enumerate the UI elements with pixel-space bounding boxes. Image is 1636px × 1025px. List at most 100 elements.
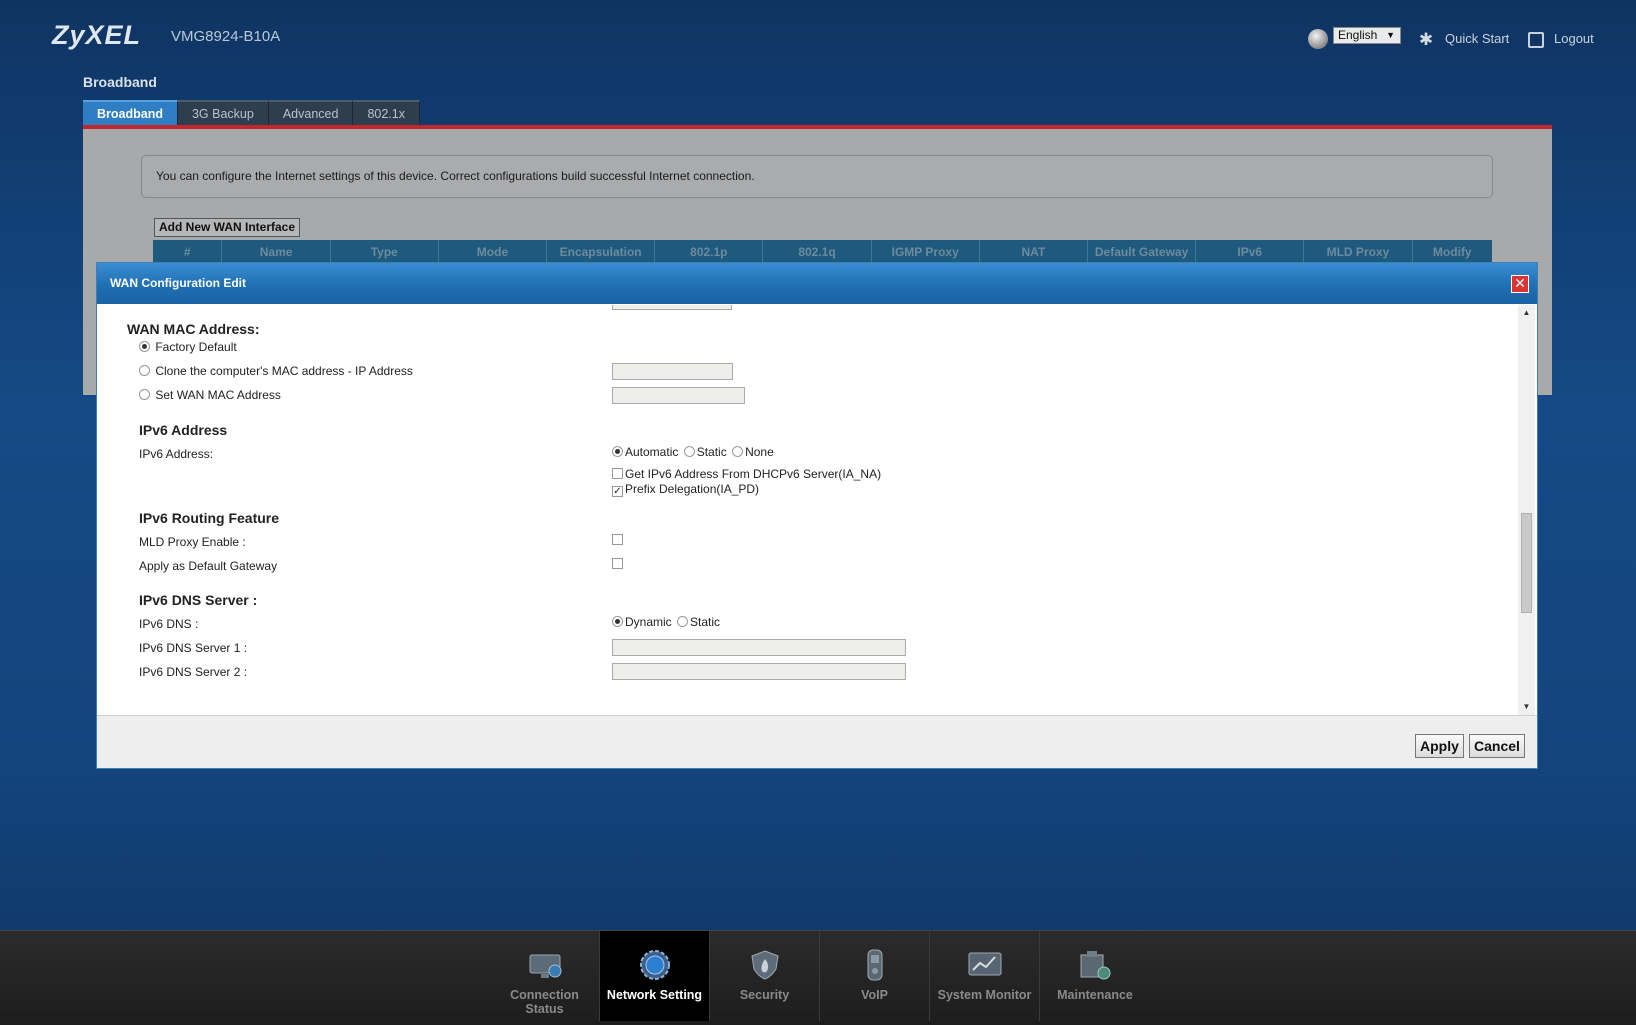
nav-label: Connection Status — [510, 988, 579, 1016]
clone-mac-radio[interactable] — [139, 365, 150, 376]
close-icon[interactable]: ✕ — [1511, 275, 1529, 293]
apply-button[interactable]: Apply — [1415, 734, 1464, 758]
scroll-up-icon[interactable]: ▲ — [1518, 305, 1535, 321]
column-header: Mode — [439, 240, 548, 263]
dns-server2-label: IPv6 DNS Server 2 : — [139, 665, 248, 679]
caret-down-icon: ▼ — [1386, 30, 1395, 40]
nav-label: System Monitor — [937, 988, 1032, 1002]
dynamic-label: Dynamic — [625, 615, 672, 629]
column-header: Name — [222, 240, 331, 263]
dialog-title-bar: WAN Configuration Edit ✕ — [97, 263, 1537, 304]
factory-default-label: Factory Default — [155, 340, 237, 354]
nav-security[interactable]: Security — [710, 931, 820, 1021]
ipv6-none-radio[interactable] — [732, 446, 744, 457]
column-header: 802.1q — [763, 240, 872, 263]
factory-default-option[interactable]: Factory Default — [139, 340, 237, 354]
dns-server1-input[interactable] — [612, 639, 906, 656]
prefix-delegation-label: Prefix Delegation(IA_PD) — [625, 482, 760, 496]
device-model: VMG8924-B10A — [171, 28, 281, 45]
nav-label: Network Setting — [606, 988, 703, 1002]
language-select[interactable]: English ▼ — [1333, 27, 1401, 44]
default-gateway-label: Apply as Default Gateway — [139, 559, 278, 573]
column-header: MLD Proxy — [1304, 240, 1413, 263]
set-mac-label: Set WAN MAC Address — [155, 388, 281, 402]
ipv6-address-mode: Automatic Static None — [612, 445, 774, 459]
tab-bar: Broadband 3G Backup Advanced 802.1x — [83, 100, 420, 125]
page-title: Broadband — [83, 74, 157, 90]
dhcpv6-checkbox[interactable] — [612, 468, 623, 479]
nav-voip[interactable]: VoIP — [820, 931, 930, 1021]
dns-server2-input[interactable] — [612, 663, 906, 680]
ipv6-dns-mode: Dynamic Static — [612, 615, 720, 629]
nav-label: Maintenance — [1057, 988, 1133, 1002]
prefix-delegation-option[interactable]: ✓ Prefix Delegation(IA_PD) — [612, 482, 759, 497]
clone-ip-input[interactable] — [612, 363, 733, 380]
ipv6-automatic-radio[interactable] — [612, 446, 623, 457]
phone-icon — [867, 949, 883, 981]
automatic-label: Automatic — [625, 445, 679, 459]
tab-3g-backup[interactable]: 3G Backup — [177, 100, 269, 125]
nav-label: VoIP — [861, 988, 888, 1002]
dns-static-radio[interactable] — [677, 616, 689, 627]
set-mac-radio[interactable] — [139, 389, 150, 400]
default-gateway-option[interactable] — [612, 557, 625, 571]
dns-dynamic-radio[interactable] — [612, 616, 623, 627]
ipv6-routing-heading: IPv6 Routing Feature — [139, 510, 280, 526]
scroll-thumb[interactable] — [1521, 513, 1532, 613]
factory-default-radio[interactable] — [139, 341, 150, 352]
ipv6-static-radio[interactable] — [683, 446, 695, 457]
default-gateway-checkbox[interactable] — [612, 558, 623, 569]
none-label: None — [745, 445, 774, 459]
dialog-footer: Apply Cancel — [97, 715, 1537, 768]
ipv6-address-heading: IPv6 Address — [139, 422, 228, 438]
wan-mac-heading: WAN MAC Address: — [127, 321, 260, 337]
info-message: You can configure the Internet settings … — [141, 155, 1493, 198]
clone-mac-option[interactable]: Clone the computer's MAC address - IP Ad… — [139, 364, 413, 378]
bottom-nav-bar: Connection Status Network Setting Securi… — [0, 930, 1636, 1025]
language-value: English — [1338, 28, 1378, 42]
mld-proxy-option[interactable] — [612, 533, 625, 547]
wan-config-dialog: WAN Configuration Edit ✕ WAN MAC Address… — [96, 262, 1538, 769]
dialog-scrollbar[interactable]: ▲ ▼ — [1518, 305, 1535, 715]
ipv6-dns-label: IPv6 DNS : — [139, 617, 199, 631]
column-header: 802.1p — [655, 240, 764, 263]
partial-input-above[interactable] — [612, 305, 732, 310]
column-header: IGMP Proxy — [872, 240, 980, 263]
globe-gear-icon — [640, 950, 670, 980]
logout-link[interactable]: Logout — [1554, 31, 1594, 46]
mld-proxy-label: MLD Proxy Enable : — [139, 535, 246, 549]
wan-mac-input[interactable] — [612, 387, 745, 404]
nav-connection-status[interactable]: Connection Status — [490, 931, 600, 1021]
column-header: Encapsulation — [547, 240, 656, 263]
dialog-body: WAN MAC Address: Factory Default Clone t… — [101, 305, 1535, 715]
language-globe-icon — [1308, 29, 1328, 49]
quick-start-link[interactable]: Quick Start — [1445, 31, 1509, 46]
shield-flame-icon — [751, 950, 779, 980]
cancel-button[interactable]: Cancel — [1469, 734, 1525, 758]
prefix-delegation-checkbox[interactable]: ✓ — [612, 486, 623, 497]
ipv6-address-label: IPv6 Address: — [139, 447, 214, 461]
dhcpv6-label: Get IPv6 Address From DHCPv6 Server(IA_N… — [625, 467, 882, 481]
dialog-title: WAN Configuration Edit — [110, 276, 246, 290]
add-wan-interface-button[interactable]: Add New WAN Interface — [154, 218, 301, 237]
set-mac-option[interactable]: Set WAN MAC Address — [139, 388, 281, 402]
toolbox-icon — [1080, 951, 1111, 980]
dhcpv6-option[interactable]: Get IPv6 Address From DHCPv6 Server(IA_N… — [612, 467, 881, 481]
tab-advanced[interactable]: Advanced — [268, 100, 354, 125]
scroll-down-icon[interactable]: ▼ — [1518, 699, 1535, 715]
nav-network-setting[interactable]: Network Setting — [600, 931, 710, 1021]
nav-system-monitor[interactable]: System Monitor — [930, 931, 1040, 1021]
nav-maintenance[interactable]: Maintenance — [1040, 931, 1150, 1021]
ipv6-dns-heading: IPv6 DNS Server : — [139, 592, 258, 608]
wan-table-header: # Name Type Mode Encapsulation 802.1p 80… — [153, 240, 1492, 263]
column-header: Modify — [1432, 245, 1472, 259]
tab-broadband[interactable]: Broadband — [83, 100, 178, 125]
logout-icon[interactable] — [1528, 32, 1544, 48]
mld-proxy-checkbox[interactable] — [612, 534, 623, 545]
quick-start-icon[interactable]: ✱ — [1416, 30, 1436, 50]
column-header: IPv6 — [1196, 240, 1305, 263]
tab-8021x[interactable]: 802.1x — [353, 100, 420, 125]
static-label: Static — [696, 445, 727, 459]
monitor-globe-icon — [529, 954, 562, 978]
column-header: Default Gateway — [1088, 240, 1197, 263]
